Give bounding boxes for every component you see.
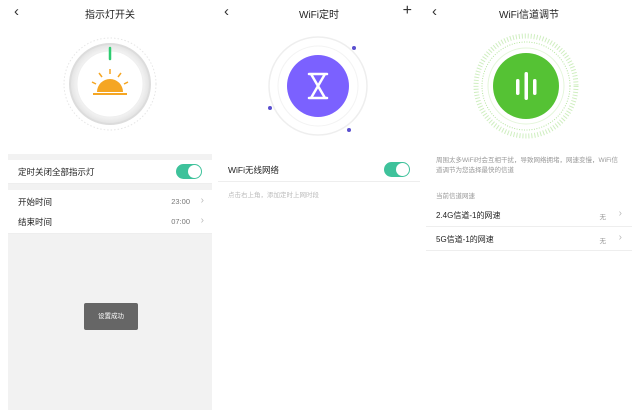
- row-value: 无: [599, 238, 607, 245]
- signal-wave-icon: [473, 33, 579, 139]
- top-bar: ‹ WiFi定时 +: [218, 0, 420, 26]
- start-time-value: 23:00: [171, 197, 190, 206]
- row-label: 开始时间: [18, 197, 53, 207]
- chevron-right-icon: ›: [618, 208, 622, 219]
- toggle-knob: [188, 165, 201, 178]
- page-title: WiFi定时: [299, 10, 339, 21]
- top-bar: ‹ 指示灯开关: [8, 0, 212, 26]
- chevron-right-icon: ›: [618, 232, 622, 243]
- wifi-channel-screen: ‹ WiFi信道调节 周围太多WiFi时会互相干扰，导致网络拥堵，网速变慢，Wi…: [426, 0, 632, 410]
- indicator-light-screen: ‹ 指示灯开关 定时关闭全部指示灯 开始时间 23:00 › 结束时间 07:0…: [8, 0, 212, 410]
- row-label: 定时关闭全部指示灯: [18, 167, 95, 177]
- top-bar: ‹ WiFi信道调节: [426, 0, 632, 26]
- timer-toggle[interactable]: [176, 164, 202, 179]
- chevron-right-icon: ›: [200, 195, 204, 206]
- wifi-toggle[interactable]: [384, 162, 410, 177]
- section-label: 当前信道网速: [436, 193, 475, 200]
- row-label: 2.4G信道-1的网速: [436, 211, 501, 220]
- wifi-timer-screen: ‹ WiFi定时 + WiFi无线网络 点击右上角，添加定时上网时段: [218, 0, 420, 410]
- chevron-right-icon: ›: [200, 215, 204, 226]
- end-time-value: 07:00: [171, 217, 190, 226]
- success-toast: 设置成功: [84, 303, 138, 330]
- wifi-network-row[interactable]: WiFi无线网络: [218, 158, 420, 182]
- add-timer-hint: 点击右上角，添加定时上网时段: [228, 192, 319, 199]
- toggle-knob: [396, 163, 409, 176]
- hourglass-timer-icon: [268, 36, 368, 136]
- channel-5g-row[interactable]: 5G信道-1的网速 无 ›: [426, 227, 632, 251]
- end-time-row[interactable]: 结束时间 07:00 ›: [8, 210, 212, 234]
- channel-24g-row[interactable]: 2.4G信道-1的网速 无 ›: [426, 203, 632, 227]
- channel-description: 周围太多WiFi时会互相干扰，导致网络拥堵，网速变慢，WiFi信道调节为您选择最…: [436, 157, 618, 174]
- page-title: 指示灯开关: [85, 10, 135, 21]
- page-title: WiFi信道调节: [499, 10, 559, 21]
- row-value: 无: [599, 214, 607, 221]
- plus-icon[interactable]: +: [403, 1, 412, 21]
- row-label: WiFi无线网络: [228, 165, 279, 175]
- sunset-dial-icon: [63, 37, 157, 131]
- indicator-illustration: [8, 26, 212, 154]
- timer-off-all-row[interactable]: 定时关闭全部指示灯: [8, 160, 212, 184]
- row-label: 5G信道-1的网速: [436, 235, 494, 244]
- row-label: 结束时间: [18, 217, 53, 227]
